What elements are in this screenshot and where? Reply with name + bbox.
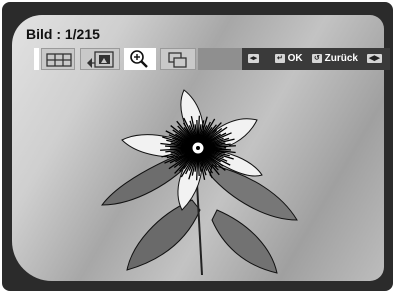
skip-back-forward-icon: ◀▶	[367, 53, 382, 63]
back-label: Zurück	[324, 53, 358, 64]
left-right-arrows-icon: ◂▸	[248, 53, 260, 63]
tv-frame: Bild : 1/215 ◂▸ ↵ OK ↺ Zurück ◀▶	[2, 2, 393, 291]
zoom-icon	[130, 50, 148, 68]
grid-view-button[interactable]	[41, 48, 75, 70]
slideshow-button[interactable]	[80, 48, 120, 70]
navigate-hint[interactable]: ◂▸	[248, 48, 260, 70]
back-hint[interactable]: ↺ Zurück	[312, 48, 358, 70]
copy-icon	[168, 52, 187, 68]
toolbar-spacer	[198, 48, 242, 70]
toolbar: ◂▸ ↵ OK ↺ Zurück ◀▶	[34, 48, 390, 70]
ok-label: OK	[287, 53, 303, 64]
return-icon: ↺	[312, 53, 322, 63]
zoom-button[interactable]	[124, 48, 156, 70]
copy-button[interactable]	[160, 48, 196, 70]
slideshow-icon	[87, 51, 114, 68]
enter-icon: ↵	[275, 53, 285, 63]
ok-hint[interactable]: ↵ OK	[275, 48, 303, 70]
grid-view-icon	[46, 53, 72, 67]
control-hints-bar: ◂▸ ↵ OK ↺ Zurück ◀▶	[242, 48, 390, 70]
skip-hint[interactable]: ◀▶	[367, 48, 382, 70]
toolbar-marker	[34, 48, 39, 70]
image-counter: Bild : 1/215	[26, 26, 100, 42]
